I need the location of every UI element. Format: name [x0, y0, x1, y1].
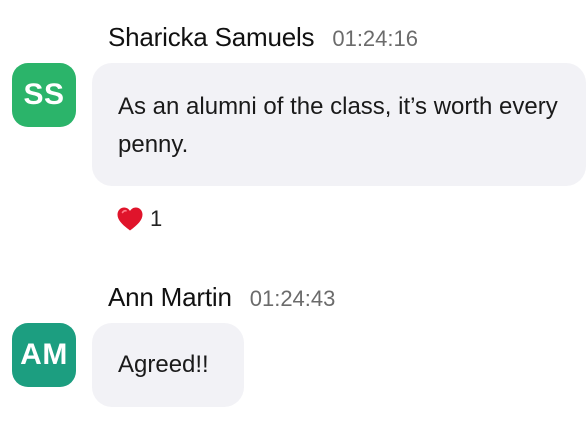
message-bubble: As an alumni of the class, it’s worth ev… — [92, 63, 586, 186]
reaction-count: 1 — [150, 206, 163, 231]
reaction-chip[interactable]: 1 — [116, 206, 162, 232]
message-bubble: Agreed!! — [92, 323, 244, 407]
message-text: As an alumni of the class, it’s worth ev… — [118, 93, 558, 158]
message-header: Ann Martin 01:24:43 — [108, 282, 335, 313]
heart-icon — [117, 207, 143, 231]
message-text: Agreed!! — [118, 351, 209, 378]
avatar[interactable]: AM — [12, 323, 76, 387]
chat-message: Sharicka Samuels 01:24:16 SS As an alumn… — [0, 0, 586, 250]
avatar-initials: SS — [23, 78, 65, 111]
avatar-initials: AM — [20, 338, 68, 371]
chat-message: Ann Martin 01:24:43 AM Agreed!! — [0, 260, 586, 430]
message-header: Sharicka Samuels 01:24:16 — [108, 22, 418, 53]
message-timestamp: 01:24:16 — [332, 26, 418, 51]
sender-name[interactable]: Sharicka Samuels — [108, 22, 315, 53]
sender-name[interactable]: Ann Martin — [108, 282, 232, 313]
avatar[interactable]: SS — [12, 63, 76, 127]
message-timestamp: 01:24:43 — [249, 286, 336, 311]
